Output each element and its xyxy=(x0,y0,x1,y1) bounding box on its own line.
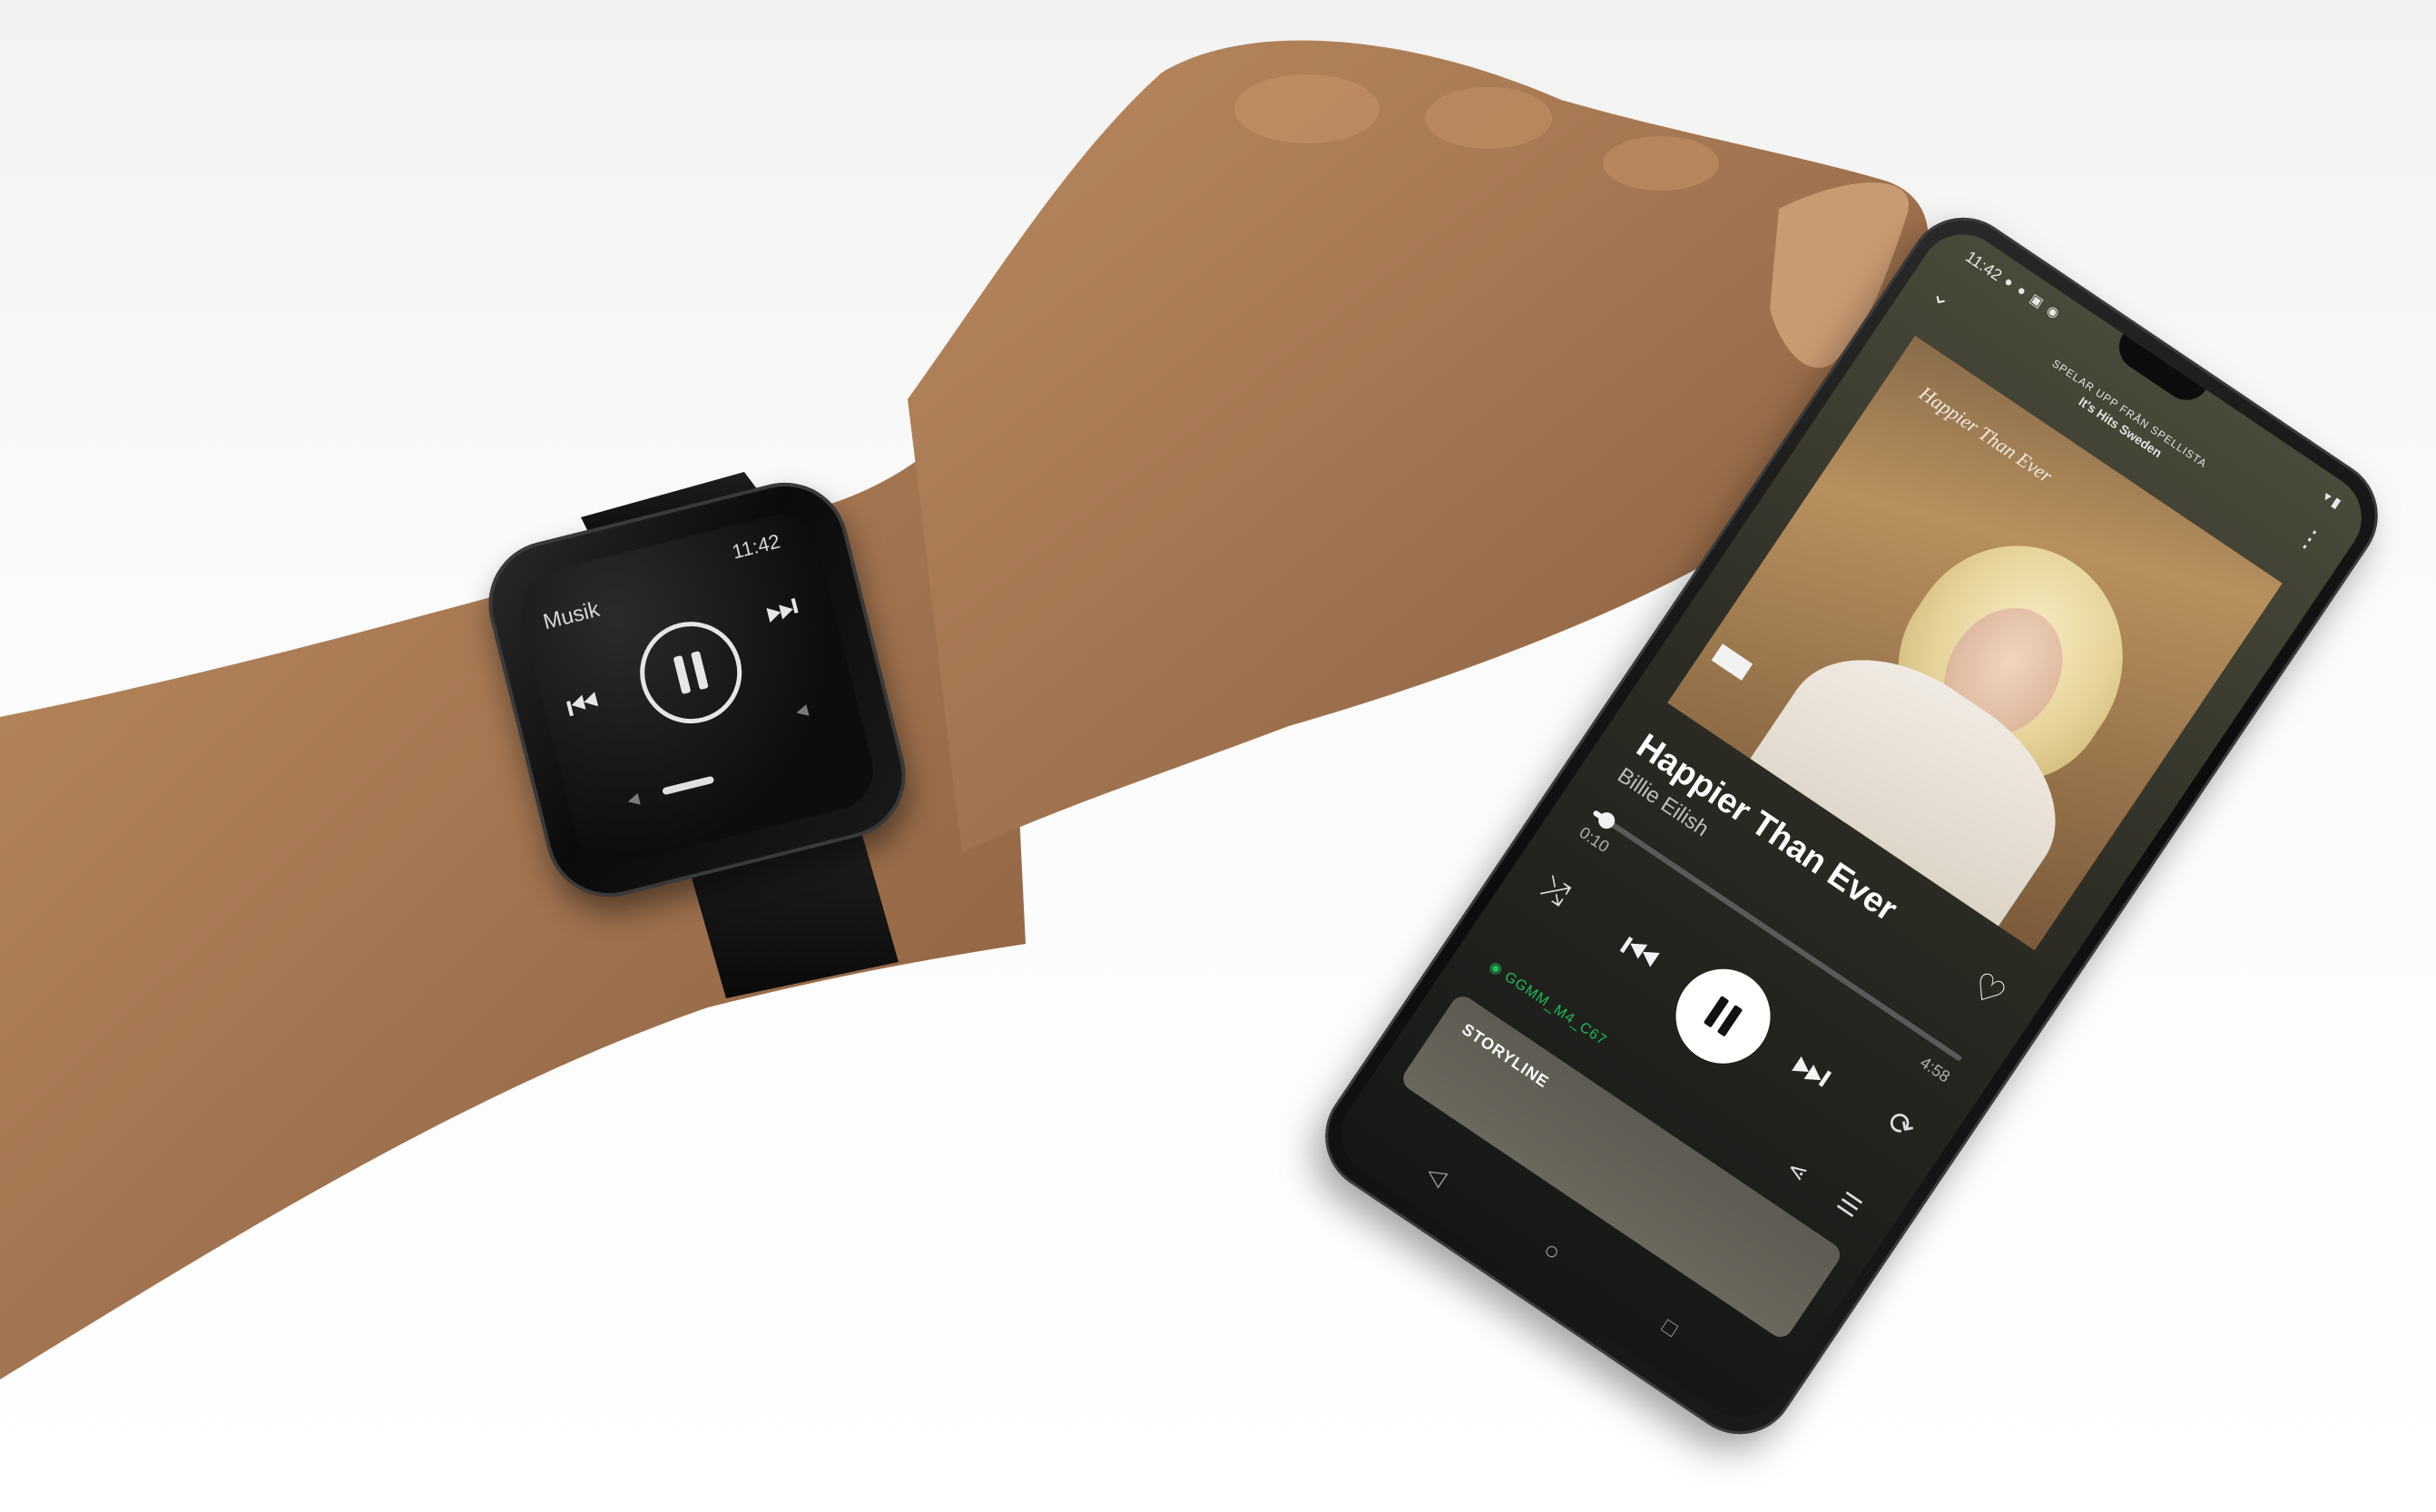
skip-next-icon[interactable]: ⏭ xyxy=(1783,1038,1842,1102)
skip-next-icon[interactable]: ⏭ xyxy=(761,585,802,632)
watch-app-title: Musik xyxy=(540,596,603,635)
photo-scene: Musik 11:42 ⏮ ⏭ ◂ ◂ 11:42 ● ● ▣ ◉ ▾ ▮ ⌄ … xyxy=(0,0,2436,1512)
status-notification-icons: ● ● ▣ ◉ xyxy=(2000,273,2064,323)
volume-up-icon[interactable]: ◂ xyxy=(792,695,810,725)
skip-previous-icon[interactable]: ⏮ xyxy=(1609,922,1669,986)
shuffle-icon[interactable]: ⤮ xyxy=(1535,869,1576,913)
back-icon[interactable]: ◁ xyxy=(1421,1158,1451,1192)
heart-icon[interactable]: ♡ xyxy=(1963,964,2013,1016)
parental-advisory-badge xyxy=(1711,643,1753,681)
chevron-down-icon[interactable]: ⌄ xyxy=(1926,280,1959,314)
volume-down-icon[interactable]: ◂ xyxy=(624,784,642,814)
recents-icon[interactable]: □ xyxy=(1657,1314,1682,1342)
status-clock: 11:42 xyxy=(1962,247,2006,285)
battery-icon: ▾ ▮ xyxy=(2320,488,2344,512)
total-time: 4:58 xyxy=(1917,1053,1954,1086)
watch-volume-bar xyxy=(662,775,715,796)
share-icon[interactable]: ⋖ xyxy=(1782,1154,1813,1188)
watch-pause-button[interactable] xyxy=(629,611,753,734)
repeat-icon[interactable]: ⟳ xyxy=(1881,1103,1922,1147)
skip-previous-icon[interactable]: ⏮ xyxy=(563,682,604,728)
play-pause-button[interactable] xyxy=(1657,950,1789,1082)
watch-clock: 11:42 xyxy=(730,529,782,564)
watch-screen: Musik 11:42 ⏮ ⏭ ◂ ◂ xyxy=(512,506,882,873)
more-vertical-icon[interactable]: ⋮ xyxy=(2291,519,2329,558)
album-art-script-text: Happier Than Ever xyxy=(1915,381,2058,487)
storyline-label: STORYLINE xyxy=(1459,1019,1553,1092)
queue-icon[interactable]: ☰ xyxy=(1832,1186,1867,1223)
home-icon[interactable]: ○ xyxy=(1537,1235,1567,1268)
